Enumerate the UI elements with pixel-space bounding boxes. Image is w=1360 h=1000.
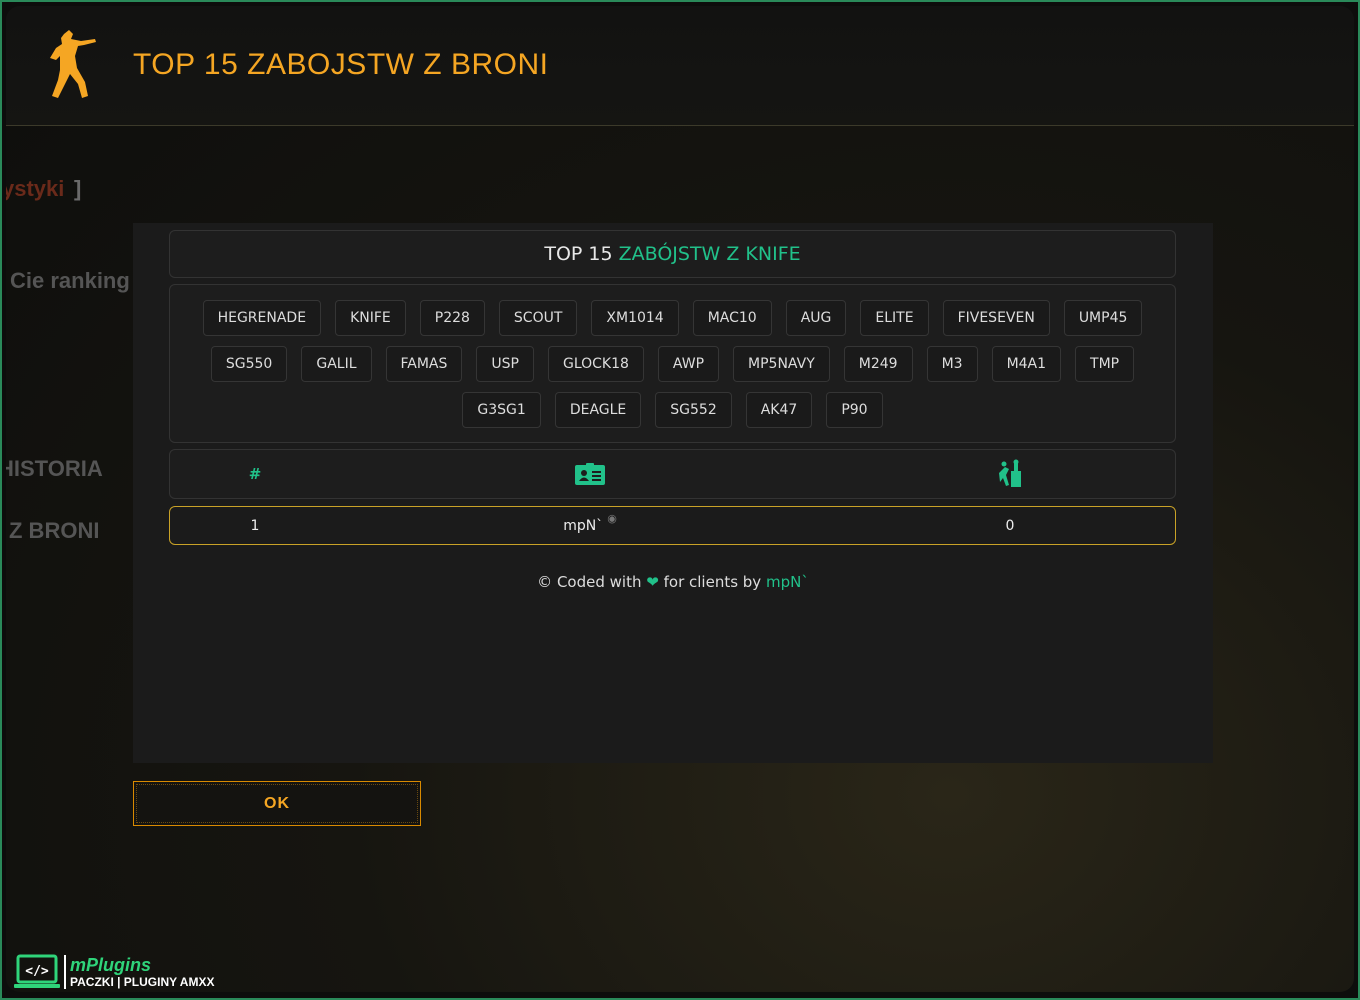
weapon-row-2: SG550 GALIL FAMAS USP GLOCK18 AWP MP5NAV…	[190, 346, 1155, 382]
weapon-button-usp[interactable]: USP	[476, 346, 534, 382]
laptop-code-icon: </>	[14, 954, 60, 988]
outer-frame: TOP 15 ZABOJSTW Z BRONI ystyki ] Cie ran…	[0, 0, 1360, 1000]
modal-title-accent: ZABÓJSTW Z KNIFE	[618, 243, 801, 265]
weapon-button-fiveseven[interactable]: FIVESEVEN	[942, 300, 1050, 336]
header-kills	[910, 450, 1110, 498]
row-rank: 1	[250, 517, 260, 534]
weapon-button-hegrenade[interactable]: HEGRENADE	[202, 300, 322, 336]
player-name[interactable]: mpN`	[563, 518, 603, 534]
top15-modal: TOP 15 ZABÓJSTW Z KNIFE HEGRENADE KNIFE …	[133, 223, 1213, 763]
table-header: #	[169, 449, 1176, 499]
weapon-button-p90[interactable]: P90	[826, 392, 883, 428]
footer-prefix: © Coded with	[537, 573, 642, 591]
watermark-subtitle: PACZKI | PLUGINY AMXX	[70, 975, 215, 989]
header-rank: #	[170, 450, 340, 498]
row-player[interactable]: mpN` ◉	[490, 507, 690, 544]
header-player	[490, 450, 690, 498]
bg-stats-bracket: ]	[74, 176, 82, 201]
header-bar: TOP 15 ZABOJSTW Z BRONI	[6, 6, 1354, 126]
weapon-button-mac10[interactable]: MAC10	[692, 300, 772, 336]
weapon-button-galil[interactable]: GALIL	[301, 346, 372, 382]
watermark-brand: mPlugins	[70, 955, 152, 975]
player-wrap: mpN` ◉	[563, 512, 617, 534]
weapon-button-deagle[interactable]: DEAGLE	[554, 392, 642, 428]
weapon-row-3: G3SG1 DEAGLE SG552 AK47 P90	[190, 392, 1155, 428]
weapon-selector: HEGRENADE KNIFE P228 SCOUT XM1014 MAC10 …	[169, 284, 1176, 443]
weapon-button-famas[interactable]: FAMAS	[385, 346, 463, 382]
watermark-separator	[64, 955, 66, 989]
counter-strike-logo-icon	[50, 30, 96, 98]
bg-weapons-link[interactable]: Z BRONI	[9, 518, 99, 544]
row-kills: 0	[1005, 517, 1015, 534]
page-title: TOP 15 ZABOJSTW Z BRONI	[133, 48, 549, 81]
heart-icon: ❤	[646, 573, 659, 591]
ok-button[interactable]: OK	[133, 781, 421, 826]
bg-ranking-text: Cie ranking	[10, 268, 130, 293]
id-card-icon	[575, 463, 605, 485]
weapon-row-1: HEGRENADE KNIFE P228 SCOUT XM1014 MAC10 …	[190, 300, 1155, 336]
weapon-button-mp5navy[interactable]: MP5NAVY	[733, 346, 830, 382]
steam-icon: ◉	[607, 511, 617, 525]
motd-window: TOP 15 ZABOJSTW Z BRONI ystyki ] Cie ran…	[6, 6, 1354, 992]
weapon-button-p228[interactable]: P228	[419, 300, 485, 336]
bg-stats-link[interactable]: ystyki	[6, 176, 64, 202]
bg-history-link[interactable]: HISTORIA	[6, 456, 103, 482]
footer-author-link[interactable]: mpN`	[766, 573, 809, 591]
weapon-button-scout[interactable]: SCOUT	[498, 300, 578, 336]
weapon-button-m4a1[interactable]: M4A1	[991, 346, 1062, 382]
kill-icon	[999, 459, 1021, 487]
weapon-button-glock18[interactable]: GLOCK18	[547, 346, 644, 382]
modal-title-prefix: TOP 15	[544, 243, 613, 265]
weapon-button-m3[interactable]: M3	[926, 346, 978, 382]
weapon-button-sg552[interactable]: SG552	[655, 392, 732, 428]
weapon-button-tmp[interactable]: TMP	[1075, 346, 1135, 382]
modal-footer: © Coded with ❤ for clients by mpN`	[133, 573, 1213, 591]
rank-header-label: #	[248, 465, 262, 483]
weapon-button-knife[interactable]: KNIFE	[335, 300, 406, 336]
weapon-button-ak47[interactable]: AK47	[745, 392, 813, 428]
weapon-button-aug[interactable]: AUG	[785, 300, 847, 336]
weapon-button-sg550[interactable]: SG550	[210, 346, 288, 382]
weapon-button-xm1014[interactable]: XM1014	[591, 300, 679, 336]
modal-title: TOP 15 ZABÓJSTW Z KNIFE	[169, 230, 1176, 278]
weapon-button-ump45[interactable]: UMP45	[1063, 300, 1143, 336]
watermark-text: mPlugins PACZKI | PLUGINY AMXX	[70, 956, 214, 988]
weapon-button-awp[interactable]: AWP	[657, 346, 720, 382]
svg-text:</>: </>	[25, 964, 49, 979]
footer-middle: for clients by	[663, 573, 762, 591]
weapon-button-elite[interactable]: ELITE	[860, 300, 929, 336]
weapon-button-m249[interactable]: M249	[843, 346, 913, 382]
weapon-button-g3sg1[interactable]: G3SG1	[462, 392, 541, 428]
watermark: </> mPlugins PACZKI | PLUGINY AMXX	[14, 952, 214, 992]
table-row: 1 mpN` ◉ 0	[169, 506, 1176, 545]
